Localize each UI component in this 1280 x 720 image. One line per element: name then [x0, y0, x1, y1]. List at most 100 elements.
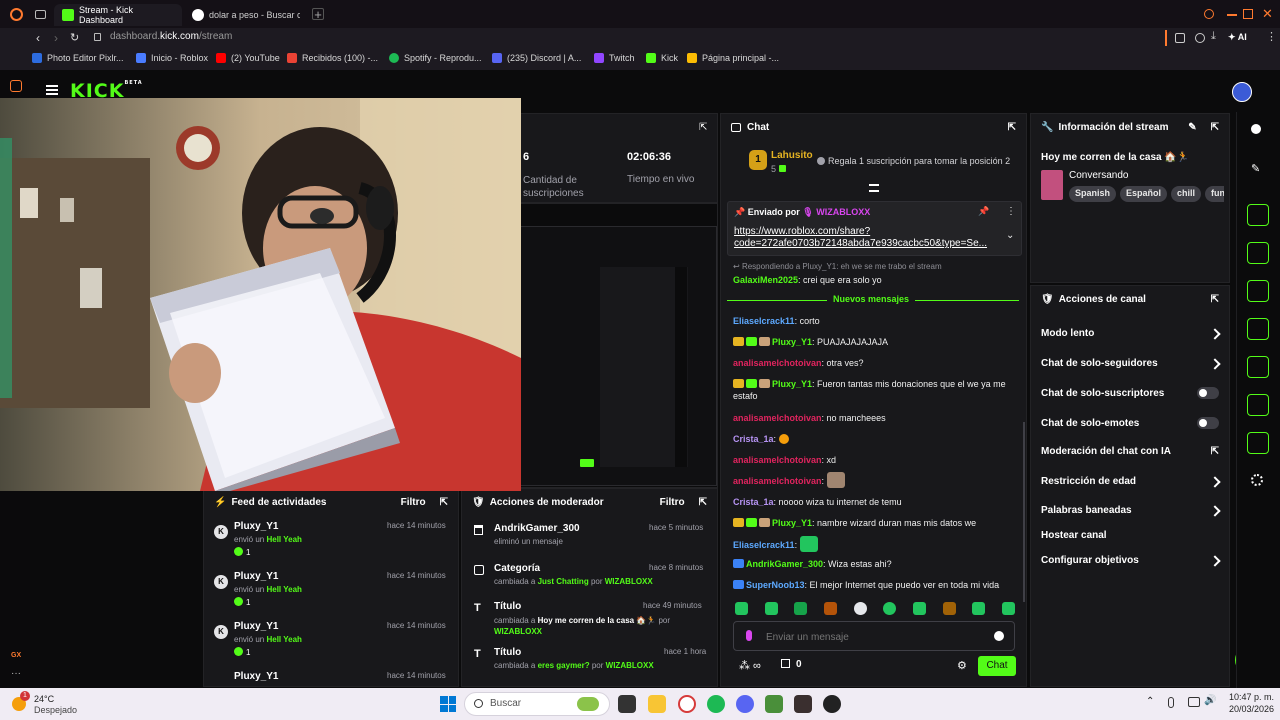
mod-item-moderator[interactable]: WIZABLOXX — [606, 661, 654, 670]
chat-message-input[interactable] — [766, 629, 966, 645]
back-button[interactable]: ‹ — [36, 31, 40, 45]
chat-username[interactable]: Pluxy_Y1 — [772, 518, 812, 528]
action-banned-words[interactable]: Palabras baneadas — [1031, 504, 1229, 517]
tag-chip[interactable]: Spanish — [1069, 186, 1117, 202]
chat-username[interactable]: Crista_1a — [733, 497, 774, 507]
maximize-button[interactable] — [1243, 9, 1253, 19]
emote-icon[interactable] — [942, 602, 956, 615]
feed-username[interactable]: Pluxy_Y1 — [234, 521, 278, 532]
bookmark-spotify[interactable]: Spotify - Reprodu... — [389, 53, 482, 63]
chat-username[interactable]: analisamelchotoivan — [733, 358, 822, 368]
action-host-channel[interactable]: Hostear canal — [1031, 530, 1229, 541]
chat-scrollbar[interactable] — [1023, 422, 1025, 602]
mod-item-title[interactable]: AndrikGamer_300 — [494, 523, 580, 534]
info-icon[interactable] — [1251, 124, 1261, 134]
action-configure-goals[interactable]: Configurar objetivos — [1031, 554, 1229, 567]
popout-icon[interactable]: ⇱ — [699, 497, 707, 508]
filter-button[interactable]: Filtro — [401, 497, 426, 508]
emote-icon[interactable] — [735, 602, 748, 615]
emote-icon[interactable] — [853, 602, 867, 615]
pinned-message[interactable]: 📌 Enviado por 🎙 WIZABLOXX 📌 ⋮ https://ww… — [727, 201, 1022, 256]
expand-icon[interactable]: ⇱ — [699, 122, 707, 133]
filter-button[interactable]: Filtro — [660, 497, 685, 508]
more-options-icon[interactable]: ⋮ — [1006, 206, 1016, 217]
tag-chip[interactable]: Español — [1120, 186, 1168, 202]
reload-button[interactable]: ↻ — [70, 31, 79, 44]
app-taskbar-icon[interactable] — [823, 695, 841, 713]
chat-settings-icon[interactable]: ⚙ — [957, 659, 967, 672]
microphone-icon[interactable] — [1168, 697, 1174, 708]
edit-icon[interactable]: ✎ — [1188, 122, 1196, 133]
user-avatar[interactable] — [1232, 82, 1252, 102]
chat-username[interactable]: GalaxiMen2025 — [733, 275, 798, 285]
emoji-icon[interactable] — [994, 631, 1004, 641]
mod-item-title[interactable]: Título — [494, 601, 521, 612]
chat-username[interactable]: Crista_1a — [733, 434, 774, 444]
search-tabs-icon[interactable] — [1204, 9, 1214, 19]
chat-username[interactable]: Pluxy_Y1 — [772, 337, 812, 347]
tool-more-icon[interactable] — [1251, 474, 1263, 486]
bookmark-kick[interactable]: Kick — [646, 53, 678, 63]
minimize-button[interactable] — [1227, 14, 1237, 16]
feed-username[interactable]: Pluxy_Y1 — [234, 571, 278, 582]
tab-overview-icon[interactable] — [35, 10, 46, 19]
popout-chat-icon[interactable]: ⇱ — [1008, 122, 1016, 133]
bookmark-discord[interactable]: (235) Discord | A... — [492, 53, 581, 63]
tab-google-search[interactable]: dolar a peso - Buscar con — [184, 4, 308, 26]
emote-icon[interactable] — [764, 602, 778, 615]
bookmark-pixlr[interactable]: Photo Editor Pixlr... — [32, 53, 124, 63]
forward-button[interactable]: › — [54, 31, 58, 45]
tool-document-icon[interactable] — [1247, 280, 1269, 302]
tool-mod-icon[interactable] — [1247, 394, 1269, 416]
filter-lines-icon[interactable] — [869, 184, 879, 192]
chat-username[interactable]: Eliaselcrack11 — [733, 316, 795, 326]
chat-username[interactable]: analisamelchotoivan — [733, 455, 822, 465]
action-subscribers-only[interactable]: Chat de solo-suscriptores — [1031, 387, 1229, 399]
bookmark-gmail[interactable]: Recibidos (100) -... — [287, 53, 378, 63]
popout-icon[interactable]: ⇱ — [1211, 294, 1219, 305]
chat-username[interactable]: analisamelchotoivan — [733, 476, 822, 486]
pencil-icon[interactable]: ✎ — [1251, 162, 1260, 175]
start-button[interactable] — [440, 696, 456, 712]
feed-username[interactable]: Pluxy_Y1 — [234, 621, 278, 632]
popout-icon[interactable]: ⇱ — [1211, 122, 1219, 133]
chat-input-box[interactable] — [733, 621, 1015, 651]
emote-icon[interactable] — [794, 602, 808, 615]
emote-icon[interactable] — [823, 602, 837, 615]
mod-item-title[interactable]: Categoría — [494, 563, 540, 574]
mod-item-title[interactable]: Título — [494, 647, 521, 658]
hamburger-menu-icon[interactable] — [46, 85, 58, 95]
chat-username[interactable]: SuperNoob13 — [746, 580, 805, 590]
bookmark-twitch[interactable]: Twitch — [594, 53, 635, 63]
file-explorer-icon[interactable] — [648, 695, 666, 713]
feed-username[interactable]: Pluxy_Y1 — [234, 671, 278, 682]
top-gifter-name[interactable]: Lahusito — [771, 150, 813, 161]
bookmark-youtube[interactable]: (2) YouTube — [216, 53, 280, 63]
new-tab-button[interactable]: + — [312, 8, 324, 21]
tool-wrench-icon[interactable] — [1247, 432, 1269, 454]
tool-broadcast-icon[interactable] — [1247, 356, 1269, 378]
popout-icon[interactable]: ⇱ — [440, 497, 448, 508]
tray-chevron-icon[interactable]: ⌃ — [1146, 696, 1154, 707]
bookmark-drive[interactable]: Página principal -... — [687, 53, 779, 63]
tag-chip[interactable]: chill — [1171, 186, 1202, 202]
more-icon[interactable]: ··· — [11, 668, 21, 679]
gx-control-icon[interactable] — [10, 80, 22, 92]
snapshot-icon[interactable] — [1195, 33, 1205, 43]
network-icon[interactable] — [1188, 697, 1200, 707]
emote-icon[interactable] — [1001, 602, 1015, 615]
pinned-link[interactable]: https://www.roblox.com/share? code=272af… — [734, 226, 999, 250]
emote-icon[interactable] — [883, 602, 897, 615]
tag-chip[interactable]: fun — [1205, 186, 1224, 202]
menu-icon[interactable]: ⋮ — [1266, 30, 1277, 43]
unpin-icon[interactable]: 📌 — [978, 206, 989, 217]
tab-kick-dashboard[interactable]: Stream - Kick Dashboard — [54, 4, 182, 26]
close-window-button[interactable]: ✕ — [1262, 6, 1273, 22]
subscribers-only-toggle[interactable] — [1197, 387, 1219, 399]
action-slow-mode[interactable]: Modo lento — [1031, 327, 1229, 340]
spotify-taskbar-icon[interactable] — [707, 695, 725, 713]
chat-username[interactable]: Pluxy_Y1 — [772, 379, 812, 389]
discord-taskbar-icon[interactable] — [736, 695, 754, 713]
emote-icon[interactable] — [972, 602, 986, 615]
mod-item-moderator[interactable]: WIZABLOXX — [605, 577, 653, 586]
